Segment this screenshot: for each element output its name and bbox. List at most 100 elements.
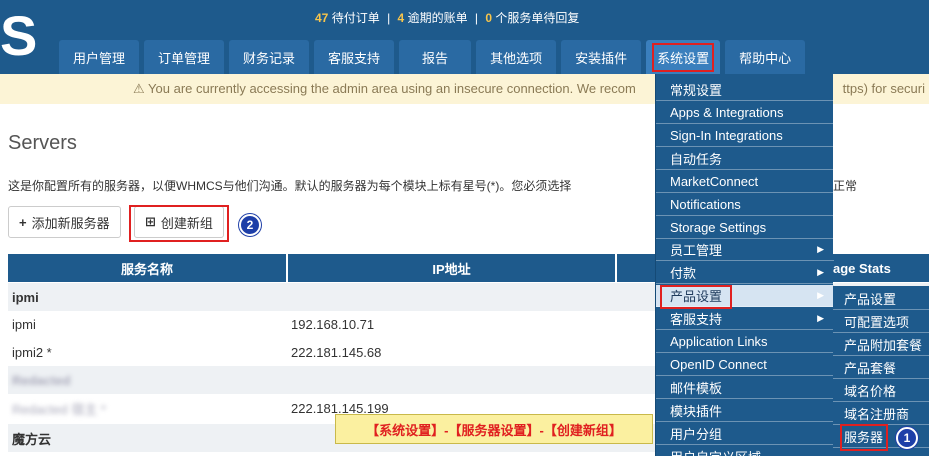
submenu-label: 产品套餐 — [844, 361, 897, 376]
tab-addons[interactable]: 安装插件 — [561, 40, 642, 74]
step-1-badge: 1 — [896, 427, 918, 449]
tickets-label[interactable]: 个服务单待回复 — [495, 11, 579, 25]
tab-help[interactable]: 帮助中心 — [725, 40, 806, 74]
add-server-label: 添加新服务器 — [31, 215, 110, 231]
col-usage-stats[interactable]: age Stats — [833, 254, 929, 282]
chevron-right-icon: ▶ — [817, 290, 824, 300]
header-alerts: 47 待付订单 | 4 逾期的账单 | 0 个服务单待回复 — [315, 9, 579, 26]
server-ip: 222.181.145.68 — [291, 344, 382, 360]
menu-label: 用户分组 — [670, 427, 723, 442]
menu-label: Application Links — [670, 334, 768, 349]
highlight-box-create-group — [129, 205, 229, 242]
col-extra[interactable] — [617, 254, 657, 282]
menu-item-general-settings[interactable]: 常规设置 — [656, 79, 834, 101]
submenu-item-domain-pricing[interactable]: 域名价格 — [833, 380, 929, 402]
tab-label: 系统设置 — [652, 42, 715, 72]
plus-icon: + — [19, 214, 27, 230]
menu-label: 邮件模板 — [670, 381, 723, 396]
submenu-label: 域名注册商 — [844, 407, 910, 422]
menu-item-openid-connect[interactable]: OpenID Connect — [656, 354, 834, 376]
tab-clients[interactable]: 用户管理 — [59, 40, 140, 74]
logo[interactable]: S — [0, 6, 37, 66]
alert-separator: | — [387, 11, 391, 25]
submenu-item-product-bundles[interactable]: 产品套餐 — [833, 357, 929, 379]
menu-item-storage-settings[interactable]: Storage Settings — [656, 217, 834, 239]
tab-support[interactable]: 客服支持 — [314, 40, 395, 74]
tab-label: 其他选项 — [490, 50, 543, 66]
submenu-item-product-addons[interactable]: 产品附加套餐 — [833, 334, 929, 356]
menu-item-addon-modules[interactable]: 模块插件 — [656, 400, 834, 422]
menu-item-custom-fields[interactable]: 用户自定义区域 — [656, 446, 834, 468]
col-ip[interactable]: IP地址 — [288, 254, 615, 282]
chevron-right-icon: ▶ — [817, 244, 824, 254]
highlight-box-products — [660, 285, 732, 309]
page-description: 这是你配置所有的服务器，以便WHMCS与他们沟通。默认的服务器为每个模块上标有星… — [8, 179, 572, 193]
pending-orders-label[interactable]: 待付订单 — [332, 11, 380, 25]
server-name[interactable]: Redacted 宿主 * — [8, 399, 291, 418]
menu-item-application-links[interactable]: Application Links — [656, 331, 834, 353]
menu-item-staff[interactable]: 员工管理 ▶ — [656, 239, 834, 261]
main-nav: 用户管理 订单管理 财务记录 客服支持 报告 其他选项 安装插件 系统设置 帮助… — [59, 40, 806, 74]
warning-icon: ⚠ — [133, 81, 145, 96]
servers-table-header: 服务名称 IP地址 — [8, 254, 659, 282]
warning-text: You are currently accessing the admin ar… — [148, 81, 636, 96]
menu-label: OpenID Connect — [670, 357, 767, 372]
tab-label: 用户管理 — [73, 50, 126, 66]
page-description-tail: 正常 — [833, 179, 858, 193]
chevron-right-icon: ▶ — [817, 313, 824, 323]
add-server-button[interactable]: + 添加新服务器 — [8, 206, 121, 238]
tab-billing[interactable]: 财务记录 — [229, 40, 310, 74]
tab-reports[interactable]: 报告 — [399, 40, 472, 74]
menu-item-apps-integrations[interactable]: Apps & Integrations — [656, 102, 834, 124]
menu-item-support[interactable]: 客服支持 ▶ — [656, 308, 834, 330]
server-name[interactable]: ipmi — [8, 317, 291, 332]
tab-label: 报告 — [422, 50, 449, 66]
highlight-box-servers — [840, 424, 888, 451]
top-header: S 47 待付订单 | 4 逾期的账单 | 0 个服务单待回复 用户管理 订单管… — [0, 0, 929, 74]
group-name: ipmi — [12, 289, 39, 305]
tab-label: 安装插件 — [575, 50, 628, 66]
menu-label: Sign-In Integrations — [670, 128, 783, 143]
menu-item-automation[interactable]: 自动任务 — [656, 148, 834, 170]
menu-label: 员工管理 — [670, 243, 723, 258]
tab-label: 客服支持 — [328, 50, 381, 66]
tab-orders[interactable]: 订单管理 — [144, 40, 225, 74]
menu-label: 用户自定义区域 — [670, 450, 762, 465]
server-ip: 192.168.10.71 — [291, 316, 375, 332]
submenu-item-products[interactable]: 产品设置 — [833, 288, 929, 310]
menu-label: Notifications — [670, 197, 741, 212]
menu-item-email-templates[interactable]: 邮件模板 — [656, 377, 834, 399]
menu-label: 付款 — [670, 266, 697, 281]
submenu-item-domain-registrars[interactable]: 域名注册商 — [833, 403, 929, 425]
submenu-label: 可配置选项 — [844, 315, 910, 330]
tab-label: 财务记录 — [243, 50, 296, 66]
tab-utilities[interactable]: 其他选项 — [476, 40, 557, 74]
submenu-label: 产品设置 — [844, 292, 897, 307]
instruction-caption: 【系统设置】-【服务器设置】-【创建新组】 — [335, 414, 653, 444]
menu-label: 自动任务 — [670, 152, 723, 167]
group-name: Redacted — [12, 372, 71, 388]
menu-item-signin-integrations[interactable]: Sign-In Integrations — [656, 125, 834, 147]
group-name: 魔方云 — [12, 431, 52, 447]
tab-setup[interactable]: 系统设置 — [646, 40, 721, 74]
menu-label: 模块插件 — [670, 404, 723, 419]
menu-item-marketconnect[interactable]: MarketConnect — [656, 171, 834, 193]
menu-item-payments[interactable]: 付款 ▶ — [656, 262, 834, 284]
setup-dropdown-menu: 常规设置 Apps & Integrations Sign-In Integra… — [655, 74, 834, 468]
server-name[interactable]: ipmi2 * — [8, 345, 291, 360]
menu-label: Apps & Integrations — [670, 105, 784, 120]
menu-label: 常规设置 — [670, 83, 723, 98]
overdue-count[interactable]: 4 — [398, 11, 405, 25]
step-2-badge: 2 — [239, 214, 261, 236]
page-title: Servers — [8, 132, 77, 154]
menu-label: 客服支持 — [670, 312, 723, 327]
warning-text-tail: ttps) for securi — [842, 74, 929, 104]
submenu-item-configurable-options[interactable]: 可配置选项 — [833, 311, 929, 333]
pending-orders-count[interactable]: 47 — [315, 11, 328, 25]
col-server-name[interactable]: 服务名称 — [8, 254, 286, 282]
alert-separator: | — [474, 11, 479, 25]
tickets-count[interactable]: 0 — [485, 11, 492, 25]
overdue-label[interactable]: 逾期的账单 — [408, 11, 468, 25]
menu-item-notifications[interactable]: Notifications — [656, 194, 834, 216]
menu-item-client-groups[interactable]: 用户分组 — [656, 423, 834, 445]
